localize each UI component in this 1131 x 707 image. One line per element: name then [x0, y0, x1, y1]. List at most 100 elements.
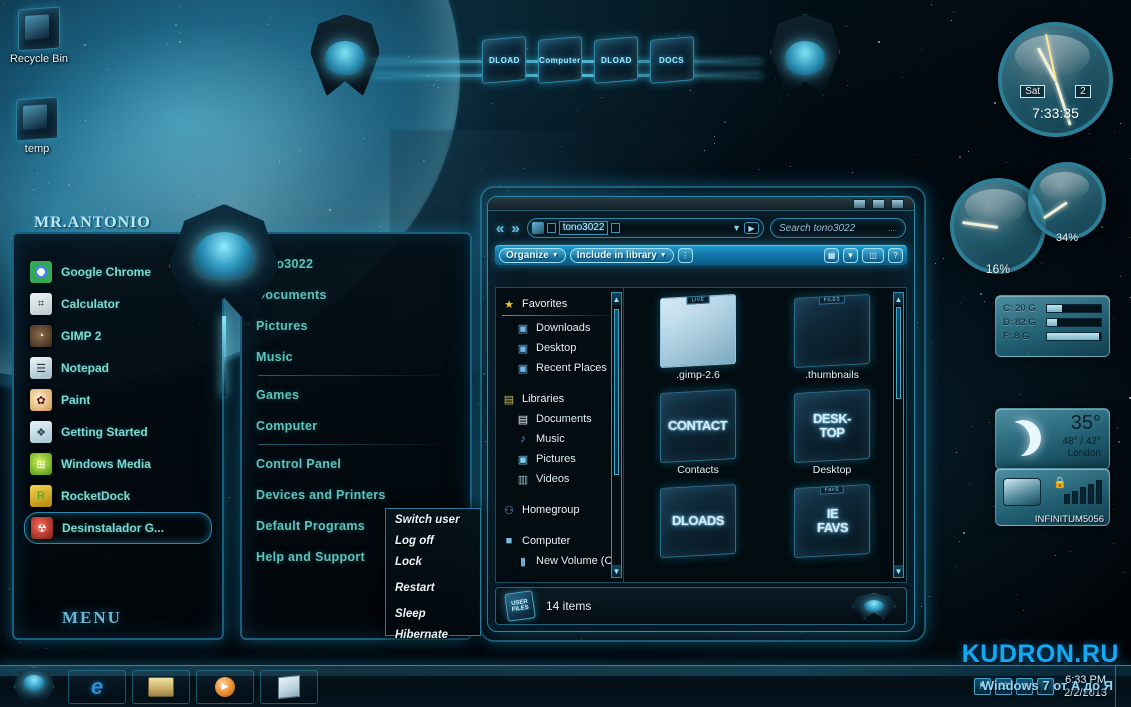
scroll-up-icon[interactable]: ▲ [894, 293, 903, 305]
dock-item-computer[interactable]: Computer [538, 36, 582, 84]
folder-blue-icon: ▣ [517, 342, 529, 355]
navigation-pane-scrollbar[interactable]: ▲ ▼ [611, 292, 622, 578]
clock-gadget[interactable]: Sat 2 7:33:35 [998, 22, 1113, 137]
shutdown-submenu[interactable]: Switch user Log off Lock Restart Sleep Hibern… [385, 508, 481, 641]
navigation-pane[interactable]: ★ Favorites ▣ Downloads ▣ Desktop ▣ Recent Plac… [496, 288, 624, 582]
nav-pane-item-documents[interactable]: ▤ Documents [500, 409, 621, 429]
nav-pane-item-label: Favorites [522, 298, 568, 310]
help-icon[interactable]: ? [888, 247, 903, 263]
desktop-icon-label: temp [24, 143, 50, 155]
start-menu-place-computer[interactable]: Computer [250, 410, 462, 441]
dock-item-docs[interactable]: DOCS [650, 36, 694, 84]
address-bar[interactable]: tono3022 ▼ ▶ [526, 218, 764, 238]
file-list-pane[interactable]: LIVE .gimp-2.6 FILES .thumbnails CONTACT Cont… [624, 288, 906, 582]
start-menu-place-music[interactable]: Music [250, 341, 462, 372]
nav-pane-item-videos[interactable]: ▥ Videos [500, 469, 621, 489]
start-menu-place-tono3022[interactable]: tono3022 [250, 248, 462, 279]
ram-meter-gadget[interactable]: 34% [1028, 162, 1106, 244]
file-item-dloads[interactable]: DLOADS [638, 484, 758, 559]
network-gadget[interactable]: 🔒 INFINITUM5056 [995, 468, 1110, 526]
taskbar-item-internet-explorer[interactable]: e [68, 669, 126, 704]
start-menu-program-windows-media[interactable]: ⊞ Windows Media [24, 448, 212, 480]
rocketdock-icon: R [30, 485, 52, 507]
clock-day: 2 [1075, 85, 1091, 99]
shutdown-option-log-off[interactable]: Log off [386, 530, 480, 551]
file-item-desktop[interactable]: DESK- TOP Desktop [772, 389, 892, 476]
preview-pane-icon[interactable]: ▦ [824, 247, 839, 263]
nav-pane-item-recent-places[interactable]: ▣ Recent Places [500, 358, 621, 378]
taskbar-item-notepad[interactable] [260, 669, 318, 704]
start-menu-place-devices-and-printers[interactable]: Devices and Printers [250, 479, 462, 510]
scroll-down-icon[interactable]: ▼ [612, 565, 621, 577]
start-menu-program-paint[interactable]: ✿ Paint [24, 384, 212, 416]
start-menu-place-label: Documents [256, 287, 327, 302]
search-input[interactable]: Search tono3022 [779, 223, 855, 234]
file-pane-scrollbar[interactable]: ▲ ▼ [893, 292, 904, 578]
taskbar-item-media-player[interactable]: ▶ [196, 669, 254, 704]
start-menu-place-control-panel[interactable]: Control Panel [250, 448, 462, 479]
scrollbar-thumb[interactable] [896, 307, 901, 399]
nav-pane-item-music[interactable]: ♪ Music [500, 429, 621, 449]
drives-gadget[interactable]: C: 20 G D: 82 G F: 8 G [995, 295, 1110, 357]
file-item-gimp-2-6[interactable]: LIVE .gimp-2.6 [638, 294, 758, 381]
folder-icon: DLOADS [660, 484, 736, 558]
taskbar-item-explorer[interactable] [132, 669, 190, 704]
file-icon-tag: FAVS [819, 485, 845, 495]
chevron-down-icon[interactable]: ▼ [843, 247, 858, 263]
weather-gadget[interactable]: 35° 48° / 42° London [995, 408, 1110, 470]
file-item-thumbnails[interactable]: FILES .thumbnails [772, 294, 892, 381]
notepad-icon [278, 674, 300, 699]
more-commands-button[interactable]: ⋮ [677, 247, 693, 263]
desktop-icon-recycle-bin[interactable]: Recycle Bin [2, 6, 76, 65]
shutdown-option-restart[interactable]: Restart [386, 577, 480, 598]
nav-pane-item-favorites[interactable]: ★ Favorites [500, 294, 621, 314]
minimize-button[interactable] [853, 199, 866, 209]
maximize-button[interactable] [872, 199, 885, 209]
scroll-down-icon[interactable]: ▼ [894, 565, 903, 577]
show-desktop-button[interactable] [1115, 665, 1125, 707]
shutdown-option-sleep[interactable]: Sleep [386, 603, 480, 624]
start-menu-program-calculator[interactable]: ⌗ Calculator [24, 288, 212, 320]
start-menu-program-google-chrome[interactable]: Google Chrome [24, 256, 212, 288]
file-item-ie-favs[interactable]: FAVS IE FAVS [772, 484, 892, 559]
nav-pane-item-new-volume-c[interactable]: ▮ New Volume (C: [500, 551, 621, 571]
dock-item-dload-1[interactable]: DLOAD [482, 36, 526, 84]
start-menu-program-gimp-2[interactable]: ◔ GIMP 2 [24, 320, 212, 352]
search-box[interactable]: Search tono3022 .... [770, 218, 906, 238]
scroll-up-icon[interactable]: ▲ [612, 293, 621, 305]
ram-dial [1028, 162, 1106, 240]
start-menu-program-desinstalador-g[interactable]: ☢ Desinstalador G... [24, 512, 212, 544]
organize-button[interactable]: Organize ▼ [499, 247, 566, 263]
dock-item-dload-2[interactable]: DLOAD [594, 36, 638, 84]
close-button[interactable] [891, 199, 904, 209]
explorer-title-bar[interactable] [488, 197, 914, 211]
start-button[interactable] [0, 666, 62, 707]
shutdown-option-hibernate[interactable]: Hibernate [386, 624, 480, 645]
layout-pane-icon[interactable]: ◫ [862, 247, 884, 263]
refresh-go-button[interactable]: ▶ [744, 222, 759, 234]
start-menu-program-getting-started[interactable]: ❖ Getting Started [24, 416, 212, 448]
shutdown-option-lock[interactable]: Lock [386, 551, 480, 572]
start-menu-program-notepad[interactable]: ☰ Notepad [24, 352, 212, 384]
nav-pane-item-homegroup[interactable]: ⚇ Homegroup [500, 500, 621, 520]
start-menu-program-rocketdock[interactable]: R RocketDock [24, 480, 212, 512]
start-menu-place-pictures[interactable]: Pictures [250, 310, 462, 341]
scrollbar-thumb[interactable] [614, 309, 619, 475]
file-item-contacts[interactable]: CONTACT Contacts [638, 389, 758, 476]
explorer-window[interactable]: « » tono3022 ▼ ▶ Search tono3022 .... Or… [487, 196, 915, 632]
nav-pane-item-downloads[interactable]: ▣ Downloads [500, 318, 621, 338]
user-files-icon: USER FILES [504, 590, 536, 622]
shutdown-option-switch-user[interactable]: Switch user [386, 509, 480, 530]
include-in-library-button[interactable]: Include in library ▼ [569, 247, 674, 263]
forward-button[interactable]: » [511, 220, 520, 237]
nav-pane-item-libraries[interactable]: ▤ Libraries [500, 389, 621, 409]
nav-pane-item-desktop[interactable]: ▣ Desktop [500, 338, 621, 358]
nav-pane-item-computer[interactable]: ■ Computer [500, 531, 621, 551]
start-menu-place-games[interactable]: Games [250, 379, 462, 410]
drive-usage-bar-1 [1046, 318, 1102, 327]
nav-pane-item-pictures[interactable]: ▣ Pictures [500, 449, 621, 469]
chevron-down-icon[interactable]: ▼ [732, 223, 741, 233]
back-button[interactable]: « [496, 220, 505, 237]
desktop-icon-temp[interactable]: temp [0, 96, 74, 155]
start-menu-place-documents[interactable]: Documents [250, 279, 462, 310]
